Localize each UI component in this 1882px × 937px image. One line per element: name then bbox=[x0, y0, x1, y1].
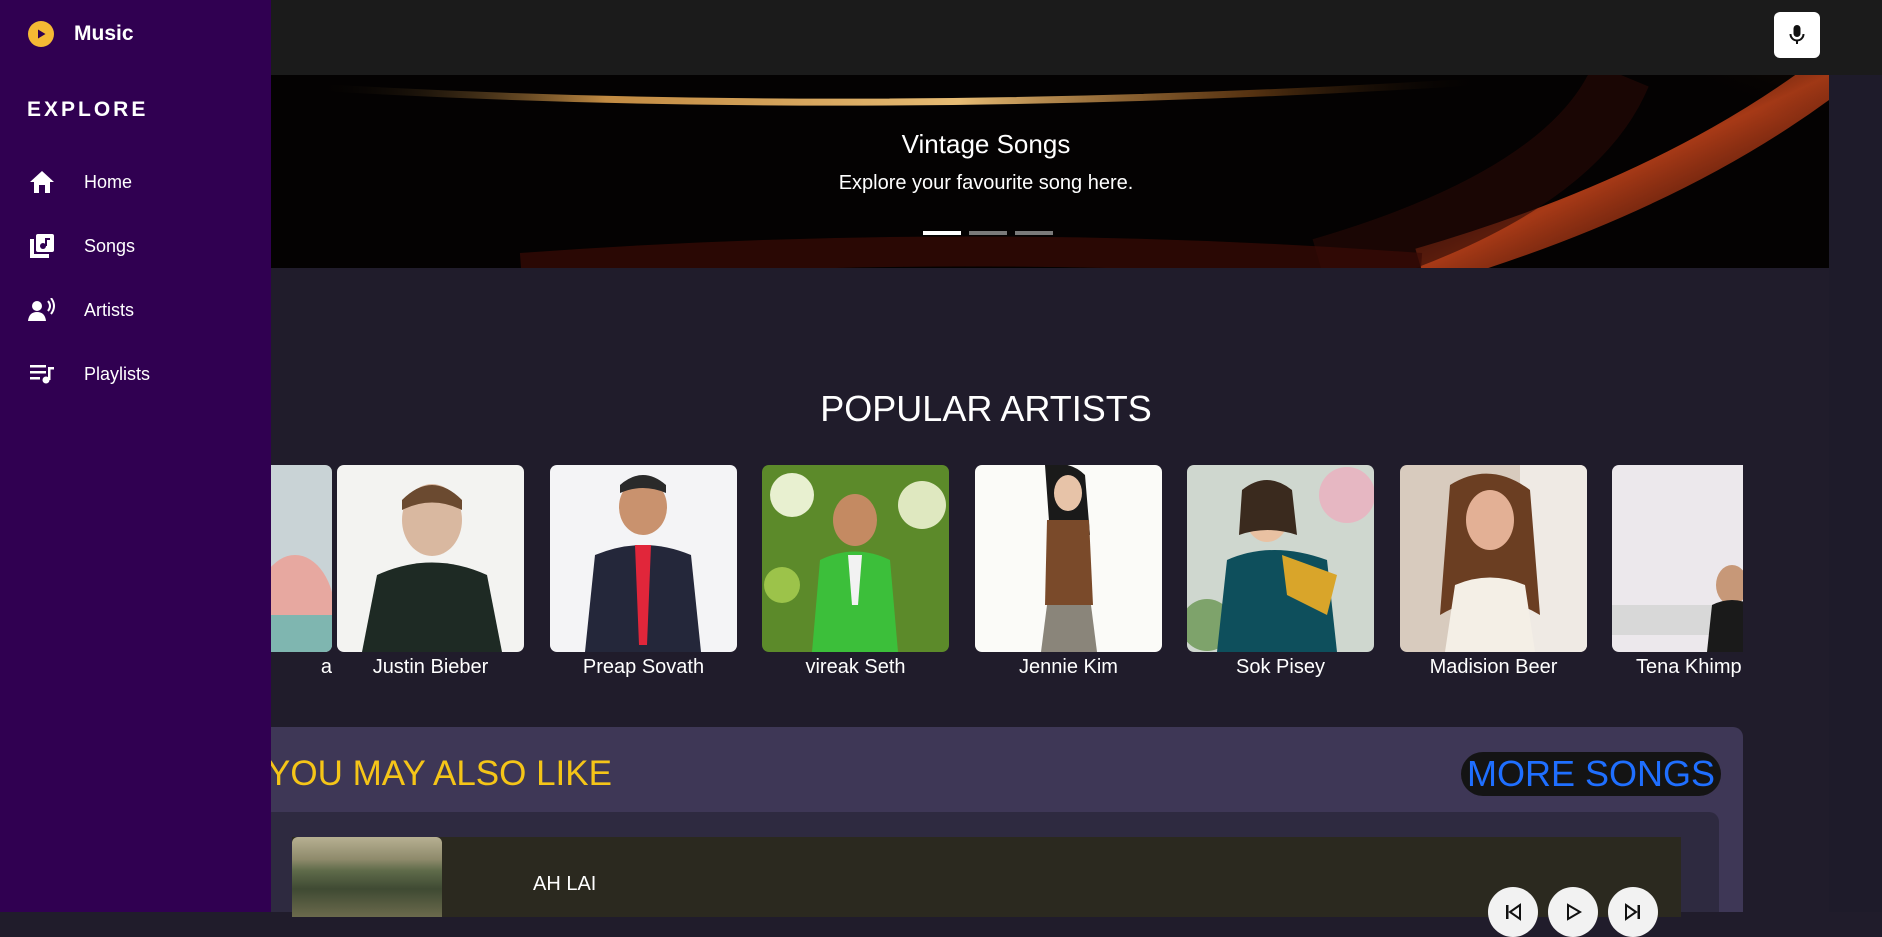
play-icon bbox=[1567, 903, 1582, 921]
sidebar-item-playlists[interactable]: Playlists bbox=[0, 342, 271, 406]
song-list: AH LAI bbox=[271, 812, 1719, 937]
right-gutter bbox=[1829, 75, 1882, 912]
queue-music-icon bbox=[28, 360, 56, 388]
artist-card[interactable]: Sok Pisey bbox=[1187, 465, 1374, 679]
artist-photo bbox=[975, 465, 1162, 652]
carousel-dot[interactable] bbox=[969, 231, 1007, 235]
artist-name: Justin Bieber bbox=[372, 656, 489, 678]
hero-subtitle: Explore your favourite song here. bbox=[838, 172, 1134, 194]
sidebar-item-label: Artists bbox=[84, 299, 135, 320]
library-music-icon bbox=[28, 232, 56, 260]
next-track-button[interactable] bbox=[1608, 887, 1658, 937]
artist-card[interactable]: Preap Sovath bbox=[550, 465, 737, 679]
artist-photo bbox=[1187, 465, 1374, 652]
popular-artists-title: POPULAR ARTISTS bbox=[820, 388, 1152, 429]
artist-card[interactable]: Tena Khimphun bbox=[1612, 465, 1743, 679]
sidebar-item-artists[interactable]: Artists bbox=[0, 278, 271, 342]
carousel-indicators bbox=[923, 231, 1053, 235]
artist-name: Preap Sovath bbox=[582, 656, 705, 678]
artist-name: Sok Pisey bbox=[1236, 656, 1325, 678]
explore-heading: EXPLORE bbox=[27, 98, 149, 121]
artist-photo bbox=[550, 465, 737, 652]
previous-track-button[interactable] bbox=[1488, 887, 1538, 937]
microphone-icon bbox=[1789, 25, 1805, 44]
voice-search-button[interactable] bbox=[1774, 12, 1820, 58]
you-may-also-like-section: YOU MAY ALSO LIKE MORE SONGS AH LAI bbox=[267, 727, 1743, 937]
artist-photo bbox=[337, 465, 524, 652]
sidebar-nav: Home Songs Artists Playlists bbox=[0, 150, 271, 406]
you-may-also-like-title: YOU MAY ALSO LIKE bbox=[267, 754, 612, 793]
artist-name: Madision Beer bbox=[1429, 656, 1558, 678]
hero-title: Vintage Songs bbox=[901, 129, 1071, 159]
song-cover bbox=[292, 837, 442, 917]
artist-name: a bbox=[320, 656, 332, 678]
artists-carousel[interactable]: a Justin Bieber Preap Sovath vireak Seth… bbox=[271, 465, 1743, 685]
song-title: AH LAI bbox=[533, 873, 597, 895]
top-bar bbox=[0, 0, 1882, 75]
record-voice-icon bbox=[28, 296, 56, 324]
skip-next-icon bbox=[1625, 903, 1640, 921]
artist-card[interactable]: a bbox=[271, 465, 332, 679]
artist-photo bbox=[1612, 465, 1743, 652]
sidebar-item-label: Playlists bbox=[84, 363, 151, 384]
artist-card[interactable]: vireak Seth bbox=[762, 465, 949, 679]
artist-name: Tena Khimphun bbox=[1636, 656, 1743, 678]
brand-label: Music bbox=[74, 22, 134, 45]
sidebar-item-label: Songs bbox=[84, 235, 136, 256]
artist-card[interactable]: Madision Beer bbox=[1400, 465, 1587, 679]
hero-carousel[interactable]: Vintage Songs Explore your favourite son… bbox=[271, 75, 1829, 268]
artist-card[interactable]: Justin Bieber bbox=[337, 465, 524, 679]
artist-name: vireak Seth bbox=[805, 656, 906, 678]
play-button[interactable] bbox=[1548, 887, 1598, 937]
artist-photo bbox=[271, 465, 332, 652]
artist-name: Jennie Kim bbox=[1019, 656, 1118, 678]
sidebar: Music EXPLORE Home Songs Artists Playlis… bbox=[0, 0, 271, 912]
sidebar-item-songs[interactable]: Songs bbox=[0, 214, 271, 278]
sidebar-item-home[interactable]: Home bbox=[0, 150, 271, 214]
more-songs-button[interactable]: MORE SONGS bbox=[1461, 752, 1722, 796]
sidebar-item-label: Home bbox=[84, 171, 133, 192]
carousel-dot[interactable] bbox=[1015, 231, 1053, 235]
skip-previous-icon bbox=[1506, 903, 1521, 921]
carousel-dot[interactable] bbox=[923, 231, 961, 235]
home-icon bbox=[28, 168, 56, 196]
artist-photo bbox=[762, 465, 949, 652]
song-card[interactable]: AH LAI bbox=[292, 837, 1681, 937]
play-circle-icon bbox=[28, 21, 54, 47]
brand[interactable]: Music bbox=[28, 21, 134, 47]
artist-card[interactable]: Jennie Kim bbox=[975, 465, 1162, 679]
artist-photo bbox=[1400, 465, 1587, 652]
